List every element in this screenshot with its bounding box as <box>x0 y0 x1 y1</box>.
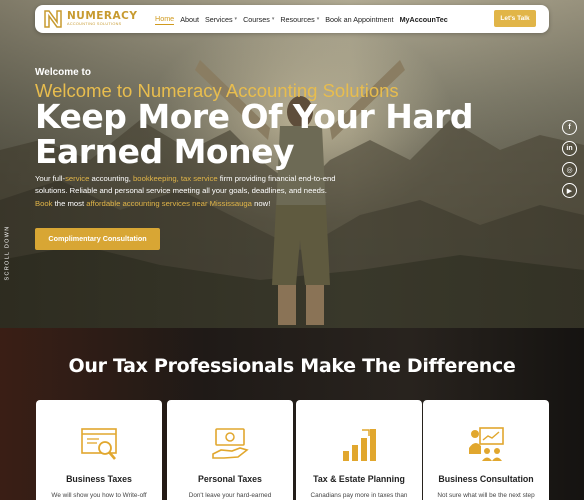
linkedin-icon[interactable]: in <box>562 141 577 156</box>
hero-headline: Keep More Of Your Hard Earned Money <box>35 97 474 171</box>
menu-courses-label: Courses <box>243 14 270 24</box>
card-description: We will show you how to Write-off <box>51 492 147 499</box>
menu-home-label: Home <box>155 13 175 23</box>
para-text: the most <box>52 198 87 208</box>
instagram-icon[interactable]: ◎ <box>562 162 577 177</box>
logo-subtitle: ACCOUNTING SOLUTIONS <box>67 22 122 26</box>
para-text: Your full- <box>35 174 66 183</box>
chevron-down-icon: ▾ <box>316 16 320 22</box>
growth-chart-icon <box>343 429 376 461</box>
para-text: now! <box>251 198 271 208</box>
scroll-down-label[interactable]: SCROLL DOWN <box>5 225 11 280</box>
card-title: Personal Taxes <box>198 474 262 484</box>
youtube-icon[interactable]: ▶ <box>562 183 577 198</box>
book-link[interactable]: Book <box>35 199 53 208</box>
menu-book-label: Book an Appointment <box>325 14 394 24</box>
hero-paragraph: Your full-service accounting, bookkeepin… <box>35 173 341 210</box>
card-description: Canadians pay more in taxes than <box>310 492 408 499</box>
menu-book-appointment[interactable]: Book an Appointment <box>325 15 393 24</box>
magnifier-document-icon <box>81 428 117 460</box>
service-link[interactable]: service <box>65 174 89 183</box>
presentation-icon <box>469 427 504 461</box>
menu-resources[interactable]: Resources ▾ <box>280 15 319 24</box>
chevron-down-icon: ▾ <box>271 16 275 22</box>
money-hand-icon <box>212 428 249 459</box>
logo-name: NUMERACY <box>67 10 138 22</box>
card-description: Not sure what will be the next step <box>437 492 535 499</box>
navbar: NUMERACY ACCOUNTING SOLUTIONS Home About… <box>35 5 549 33</box>
card-title: Tax & Estate Planning <box>313 474 405 484</box>
menu-resources-label: Resources <box>280 14 315 24</box>
lets-talk-button[interactable]: Let's Talk <box>494 10 536 27</box>
card-title: Business Taxes <box>66 474 132 484</box>
section-title: Our Tax Professionals Make The Differenc… <box>68 355 516 377</box>
card-description: Don't leave your hard-earned <box>188 492 272 499</box>
service-card-tax-estate-planning[interactable]: Tax & Estate Planning Canadians pay more… <box>296 400 422 500</box>
service-card-business-consultation[interactable]: Business Consultation Not sure what will… <box>423 400 549 500</box>
menu-about[interactable]: About <box>180 15 199 24</box>
chevron-down-icon: ▾ <box>234 16 238 22</box>
logo-n-icon <box>44 10 62 28</box>
menu-home[interactable]: Home <box>155 13 175 25</box>
service-card-personal-taxes[interactable]: Personal Taxes Don't leave your hard-ear… <box>167 400 293 500</box>
para-text: accounting, <box>89 174 134 183</box>
facebook-icon[interactable]: f <box>562 120 577 135</box>
complimentary-consultation-button[interactable]: Complimentary Consultation <box>35 228 160 250</box>
service-card-business-taxes[interactable]: Business Taxes We will show you how to W… <box>36 400 162 500</box>
bookkeeping-link[interactable]: bookkeeping, tax service <box>133 174 218 183</box>
menu-myaccountec-label: MyAccounTec <box>399 14 448 24</box>
affordable-services-link[interactable]: affordable accounting services near Miss… <box>86 199 252 208</box>
card-title: Business Consultation <box>438 474 534 484</box>
welcome-small-heading: Welcome to <box>35 67 91 78</box>
main-menu: Home About Services ▾ Courses ▾ Resources ▾… <box>155 5 454 33</box>
menu-services[interactable]: Services ▾ <box>205 15 237 24</box>
menu-services-label: Services <box>204 14 233 24</box>
menu-courses[interactable]: Courses ▾ <box>243 15 274 24</box>
menu-myaccountec[interactable]: MyAccounTec <box>400 15 448 24</box>
logo[interactable]: NUMERACY ACCOUNTING SOLUTIONS <box>44 9 164 29</box>
menu-about-label: About <box>180 14 199 24</box>
